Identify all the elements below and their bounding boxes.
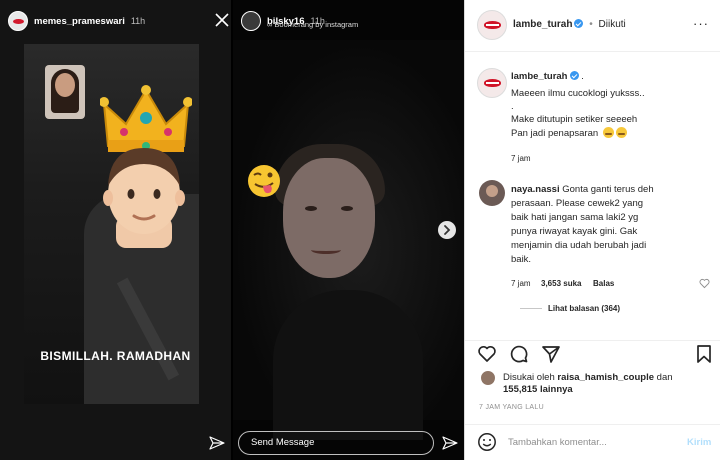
avatar[interactable] xyxy=(8,11,28,31)
post-comment-button[interactable]: Kirim xyxy=(687,437,711,448)
send-icon[interactable] xyxy=(209,435,225,451)
avatar[interactable] xyxy=(477,10,507,40)
comment-likes[interactable]: 3,653 suka xyxy=(541,279,581,288)
liked-by-prefix: Disukai oleh xyxy=(503,372,555,383)
close-icon[interactable] xyxy=(215,13,229,27)
avatar[interactable] xyxy=(241,11,261,31)
follow-state[interactable]: Diikuti xyxy=(599,19,626,30)
caption-line: Make ditutupin setiker seeeeh xyxy=(511,114,638,125)
comment-line: perasaan. Please cewek2 yang xyxy=(511,198,644,209)
comment-line: punya riwayat kayak gini. Gak xyxy=(511,226,638,237)
caption-time: 7 jam xyxy=(511,154,531,163)
send-message-input[interactable]: Send Message xyxy=(238,431,434,455)
avatar[interactable] xyxy=(477,68,507,98)
story-panel-left[interactable]: BISMILLAH. RAMADHAN memes_prameswari 11h xyxy=(0,0,231,460)
divider xyxy=(465,424,720,425)
send-icon[interactable] xyxy=(442,435,458,451)
video-call-thumbnail xyxy=(45,65,85,119)
avatar[interactable] xyxy=(479,180,505,206)
caption-username[interactable]: lambe_turah xyxy=(511,71,568,82)
share-icon[interactable] xyxy=(541,344,561,364)
smile-icon[interactable] xyxy=(477,432,497,452)
story-time: 11h xyxy=(130,16,146,26)
story-caption: BISMILLAH. RAMADHAN xyxy=(40,349,191,363)
author-username[interactable]: lambe_turah xyxy=(513,19,572,30)
post-side-panel: lambe_turah • Diikuti ··· lambe_turah . … xyxy=(464,0,720,460)
view-replies-button[interactable]: Lihat balasan (364) xyxy=(548,304,620,313)
verified-icon xyxy=(574,19,584,28)
divider xyxy=(465,340,720,341)
story-photo xyxy=(233,40,464,440)
post-header: lambe_turah • Diikuti ··· xyxy=(465,0,720,52)
more-options-icon[interactable]: ··· xyxy=(693,16,709,31)
comment-input[interactable]: Tambahkan komentar... xyxy=(508,437,607,448)
story-header: memes_prameswari 11h xyxy=(8,11,145,31)
comment-icon[interactable] xyxy=(509,344,529,364)
liked-by-count[interactable]: 155,815 lainnya xyxy=(503,384,573,395)
liker-avatar[interactable] xyxy=(480,370,496,386)
comment-line: baik hati jangan sama laki2 yg xyxy=(511,212,639,223)
reply-button[interactable]: Balas xyxy=(593,279,614,288)
emoji-icon xyxy=(615,127,627,138)
comment-line: baik. xyxy=(511,254,532,265)
story-username[interactable]: memes_prameswari xyxy=(34,16,125,27)
post-time: 7 JAM YANG LALU xyxy=(479,404,544,411)
bookmark-icon[interactable] xyxy=(694,344,714,364)
emoji-icon xyxy=(602,127,614,138)
story-panel-right[interactable]: bilsky16 11h ∞ Boomerang by instagram xyxy=(233,0,464,460)
tongue-emoji-sticker xyxy=(248,165,280,197)
face-emoji-sticker xyxy=(103,148,185,248)
liked-by-user[interactable]: raisa_hamish_couple xyxy=(557,372,654,383)
comment-time: 7 jam xyxy=(511,279,531,288)
comment-username[interactable]: naya.nassi xyxy=(511,184,560,195)
verified-icon xyxy=(569,71,579,80)
comment-heart-icon[interactable] xyxy=(699,278,710,289)
caption-line: Pan jadi penapsaran xyxy=(511,128,599,139)
boomerang-label: ∞ Boomerang by instagram xyxy=(267,20,359,29)
next-arrow-icon[interactable] xyxy=(438,221,456,239)
divider xyxy=(520,308,542,309)
heart-icon[interactable] xyxy=(477,344,497,364)
liked-by-and: dan xyxy=(656,372,673,383)
comment-line: menjamin dia udah berubah jadi xyxy=(511,240,647,251)
caption-line: . xyxy=(511,101,514,112)
stories-viewer: BISMILLAH. RAMADHAN memes_prameswari 11h xyxy=(0,0,464,460)
comment-line: Gonta ganti terus deh xyxy=(562,184,654,195)
caption-line: Maeeen ilmu cucoklogi yukss​s.. xyxy=(511,88,645,99)
